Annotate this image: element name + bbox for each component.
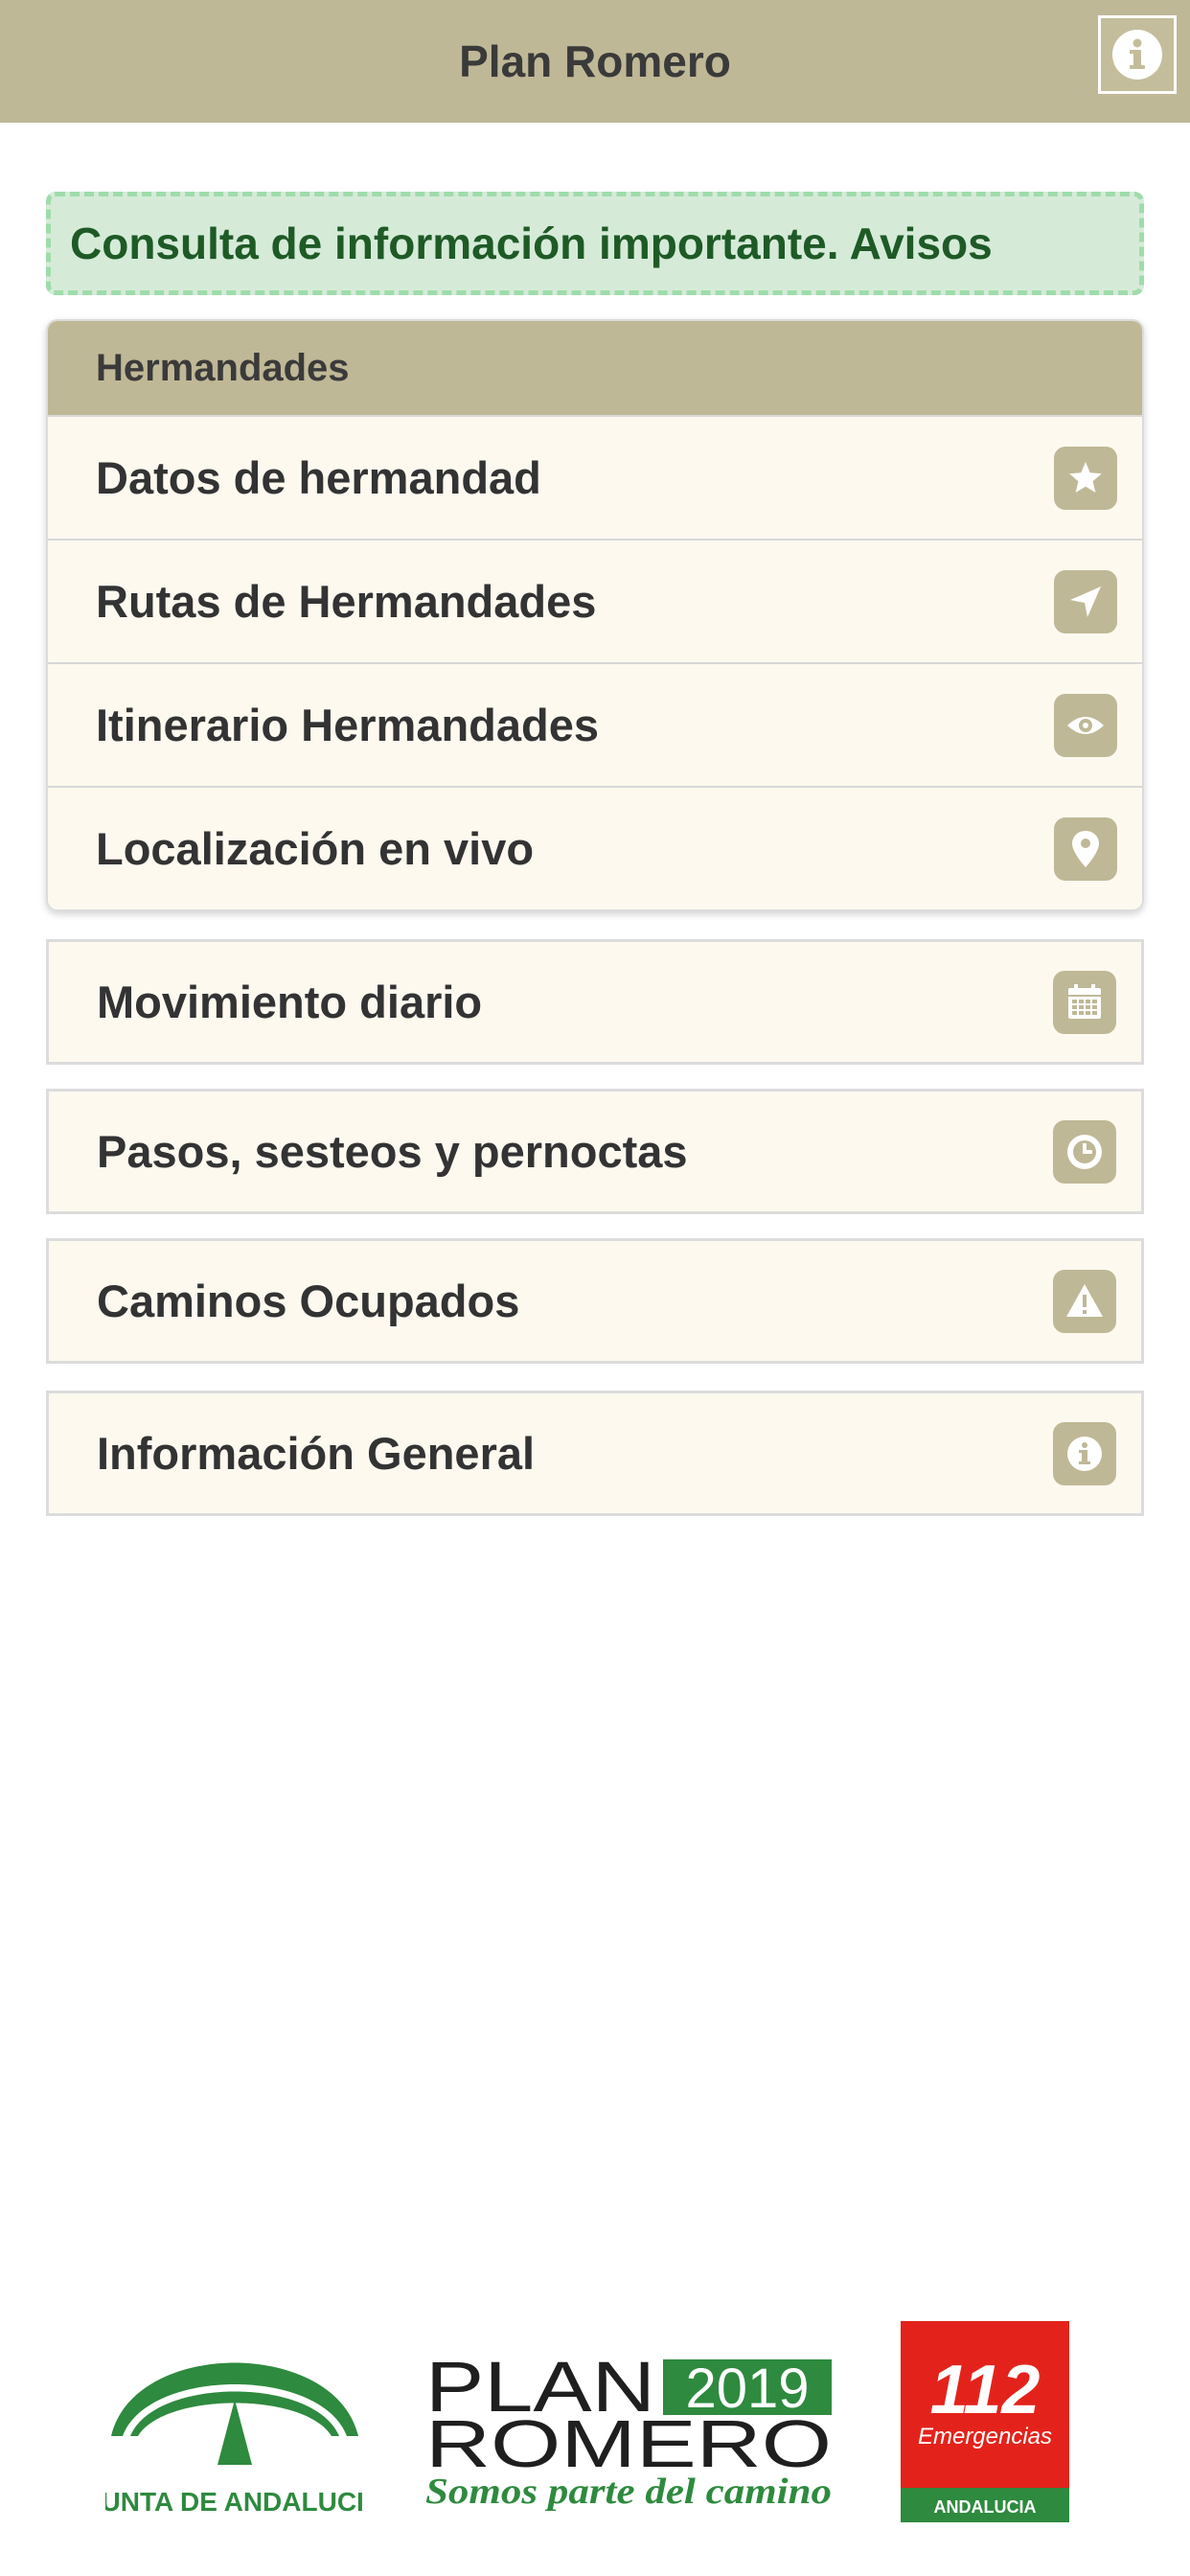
svg-text:112: 112 <box>930 2352 1041 2428</box>
footer-logos: JUNTA DE ANDALUCIA PLAN 2019 ROMERO Somo… <box>0 2300 1190 2540</box>
menu-item-rutas-hermandades[interactable]: Rutas de Hermandades <box>48 539 1142 662</box>
hermandades-group: Hermandades Datos de hermandad Rutas de … <box>46 319 1144 911</box>
navigation-arrow-icon <box>1054 569 1117 633</box>
svg-text:ANDALUCIA: ANDALUCIA <box>934 2497 1037 2517</box>
header-info-button[interactable] <box>1098 15 1177 94</box>
location-pin-icon <box>1054 816 1117 881</box>
eye-icon <box>1054 693 1117 757</box>
menu-item-localizacion-en-vivo[interactable]: Localización en vivo <box>48 786 1142 909</box>
menu-item-label: Información General <box>97 1428 536 1479</box>
menu-item-movimiento-diario[interactable]: Movimiento diario <box>46 939 1144 1065</box>
svg-text:Emergencias: Emergencias <box>918 2424 1052 2450</box>
menu-item-pasos-sesteos-pernoctas[interactable]: Pasos, sesteos y pernoctas <box>46 1089 1144 1214</box>
clock-icon <box>1053 1119 1116 1184</box>
warning-icon <box>1053 1269 1116 1333</box>
menu-item-informacion-general[interactable]: Información General <box>46 1391 1144 1516</box>
calendar-icon <box>1053 970 1116 1034</box>
notices-banner-text: Consulta de información importante. Avis… <box>70 218 993 268</box>
menu-item-datos-hermandad[interactable]: Datos de hermandad <box>48 415 1142 539</box>
hermandades-group-title: Hermandades <box>96 346 350 389</box>
info-icon <box>1112 30 1162 80</box>
emergencias-112-logo: 112 Emergencias ANDALUCIA <box>901 2321 1069 2522</box>
app-header: Plan Romero <box>0 0 1190 123</box>
hermandades-group-header[interactable]: Hermandades <box>48 321 1142 415</box>
menu-item-label: Datos de hermandad <box>96 452 541 503</box>
menu-item-label: Pasos, sesteos y pernoctas <box>97 1126 688 1177</box>
info-icon <box>1053 1421 1116 1485</box>
junta-de-andalucia-logo: JUNTA DE ANDALUCIA <box>105 2362 364 2517</box>
svg-text:Somos parte del camino: Somos parte del camino <box>425 2472 832 2511</box>
notices-banner[interactable]: Consulta de información importante. Avis… <box>46 192 1144 295</box>
menu-item-label: Rutas de Hermandades <box>96 576 597 627</box>
menu-item-itinerario-hermandades[interactable]: Itinerario Hermandades <box>48 662 1142 786</box>
menu-item-label: Caminos Ocupados <box>97 1276 520 1326</box>
star-icon <box>1054 446 1117 510</box>
menu-item-label: Itinerario Hermandades <box>96 700 600 750</box>
menu-item-label: Localización en vivo <box>96 823 535 874</box>
svg-text:JUNTA DE ANDALUCIA: JUNTA DE ANDALUCIA <box>105 2487 364 2517</box>
plan-romero-2019-logo: PLAN 2019 ROMERO Somos parte del camino <box>425 2348 832 2511</box>
menu-item-caminos-ocupados[interactable]: Caminos Ocupados <box>46 1238 1144 1364</box>
svg-text:ROMERO: ROMERO <box>425 2406 832 2481</box>
menu-item-label: Movimiento diario <box>97 977 483 1027</box>
page-title: Plan Romero <box>459 36 731 86</box>
